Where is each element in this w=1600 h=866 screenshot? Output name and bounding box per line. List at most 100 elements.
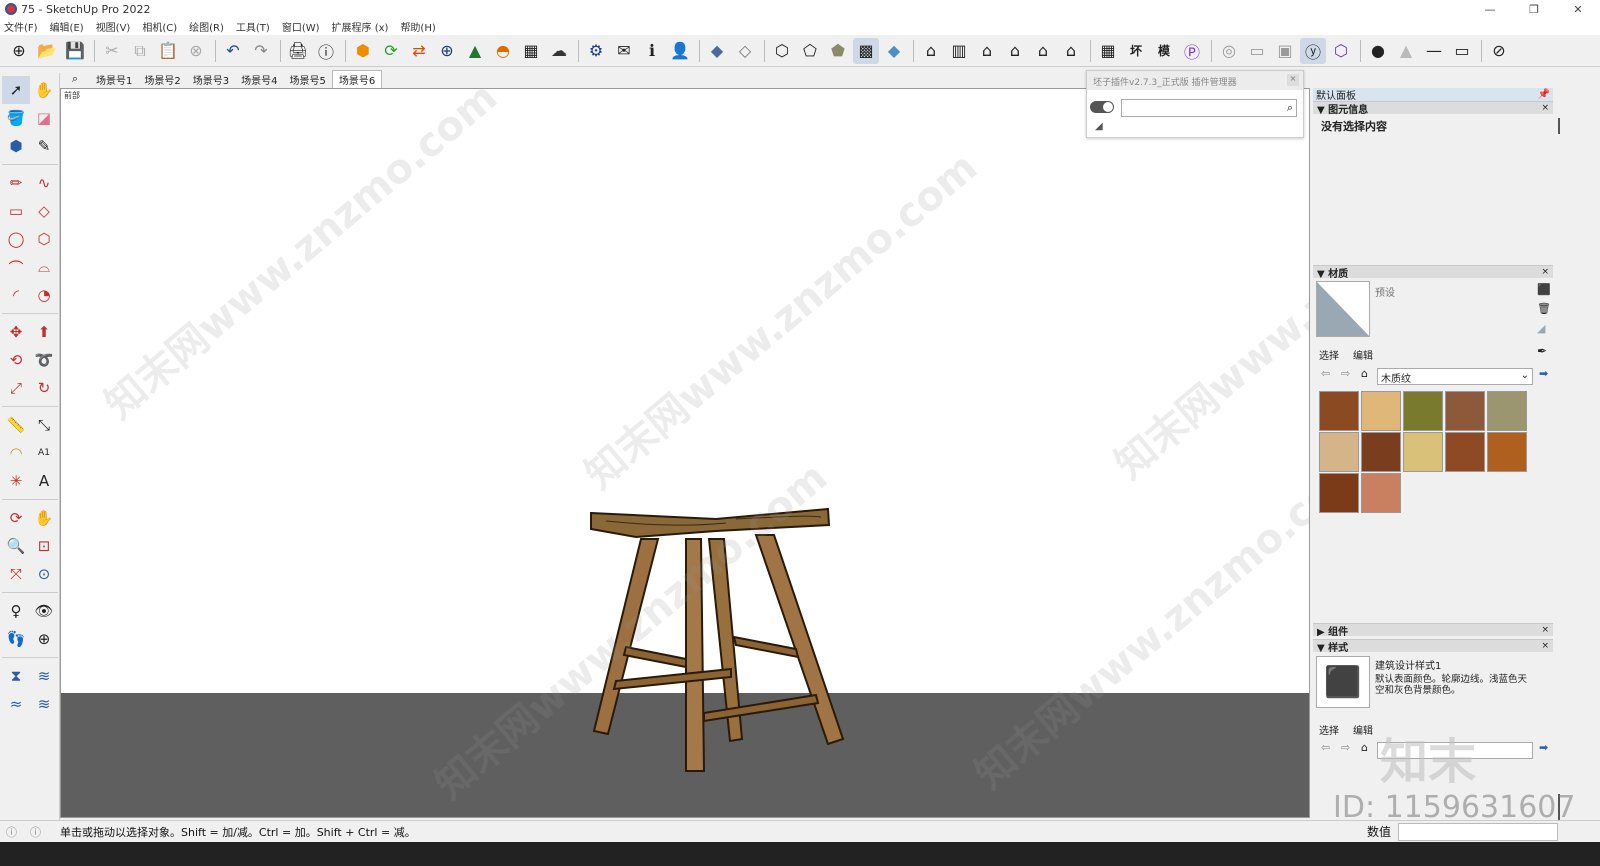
line-icon[interactable]: — (1421, 38, 1447, 64)
tab-scene-6[interactable]: 场景号6 (331, 70, 383, 88)
extension-icon[interactable]: ⬡ (1328, 38, 1354, 64)
erase-icon[interactable]: ⊗ (183, 38, 209, 64)
text-tool-icon[interactable]: A1 (30, 439, 58, 467)
tab-select-material[interactable]: 选择 (1319, 347, 1339, 362)
lasso-select-icon[interactable]: ✋ (30, 76, 58, 104)
smoove-icon[interactable]: ≈ (2, 690, 30, 718)
zoom-window-icon[interactable]: ⊡ (30, 532, 58, 560)
move-tool-icon[interactable]: ✥ (2, 318, 30, 346)
cut-icon[interactable]: ✂ (99, 38, 125, 64)
pan-tool-icon[interactable]: ✋ (30, 504, 58, 532)
sandbox-contours-icon[interactable]: ⧗ (2, 662, 30, 690)
follow-me-icon[interactable]: ➰ (30, 346, 58, 374)
select-tool-icon[interactable]: ➚ (2, 76, 30, 104)
details-arrow-icon[interactable]: ➡ (1539, 367, 1548, 380)
dimension-icon[interactable]: ⤡ (30, 411, 58, 439)
eyedropper-icon[interactable]: ✒ (1537, 344, 1547, 358)
position-camera-icon[interactable]: ♀ (2, 597, 30, 625)
shaded-icon[interactable]: ⬟ (825, 38, 851, 64)
materials-header[interactable]: ▼ 材质 × (1313, 265, 1553, 280)
save-icon[interactable]: 💾 (62, 38, 88, 64)
two-point-arc-icon[interactable]: ⌓ (30, 253, 58, 281)
tab-scene-2[interactable]: 场景号2 (138, 70, 186, 88)
components-header[interactable]: ▶ 组件 × (1313, 623, 1553, 638)
material-swatch[interactable] (1319, 391, 1359, 431)
walk-tool-icon[interactable]: 👣 (2, 625, 30, 653)
tab-scene-1[interactable]: 场景号1 (90, 70, 138, 88)
home-icon[interactable]: ⌂ (1361, 741, 1368, 754)
material-swatch[interactable] (1445, 391, 1485, 431)
tab-scene-4[interactable]: 场景号4 (235, 70, 283, 88)
textured-icon[interactable]: ▩ (853, 37, 879, 64)
plugin-mo-icon[interactable]: 模 (1151, 38, 1177, 64)
menu-draw[interactable]: 绘图(R) (189, 19, 224, 34)
geo-location-icon[interactable]: ⓘ (6, 824, 17, 840)
screenshot-icon[interactable]: ▣ (1272, 38, 1298, 64)
back-arrow-icon[interactable]: ⇦ (1321, 741, 1330, 754)
menu-window[interactable]: 窗口(W) (282, 19, 320, 34)
rectangle-tool-icon[interactable]: ▭ (2, 197, 30, 225)
add-circle-icon[interactable]: ⊕ (434, 38, 460, 64)
create-material-icon[interactable]: 🗑 (1537, 302, 1551, 315)
top-view-icon[interactable]: ▥ (946, 38, 972, 64)
brush-icon[interactable]: ◢ (1095, 121, 1103, 132)
tag-tool-icon[interactable]: ✎ (30, 132, 58, 160)
protractor-icon[interactable]: ◠ (2, 439, 30, 467)
back-arrow-icon[interactable]: ⇦ (1321, 367, 1330, 380)
menu-help[interactable]: 帮助(H) (400, 19, 435, 34)
forward-arrow-icon[interactable]: ⇨ (1341, 741, 1350, 754)
undo-icon[interactable]: ↶ (220, 38, 246, 64)
hide-icon[interactable]: ⊘ (1486, 38, 1512, 64)
minimize-button[interactable]: — (1468, 0, 1512, 18)
rectangle-icon[interactable]: ▭ (1449, 38, 1475, 64)
material-swatch[interactable] (1445, 432, 1485, 472)
orbit-icon[interactable]: ◎ (1216, 38, 1242, 64)
tree-icon[interactable]: ▲ (462, 38, 488, 64)
tray-scrollbar[interactable] (1555, 100, 1563, 834)
rotated-rectangle-icon[interactable]: ◇ (30, 197, 58, 225)
make-component-icon[interactable]: ⬢ (2, 132, 30, 160)
three-point-arc-icon[interactable]: ◜ (2, 281, 30, 309)
close-icon[interactable]: × (1541, 625, 1549, 635)
sandbox-scratch-icon[interactable]: ≋ (30, 662, 58, 690)
redo-icon[interactable]: ↷ (248, 38, 274, 64)
scene-search-icon[interactable]: ⌕ (60, 70, 90, 88)
tab-select-style[interactable]: 选择 (1319, 722, 1339, 737)
rotate-tool-icon[interactable]: ⟲ (2, 346, 30, 374)
sun-icon[interactable]: ◓ (490, 38, 516, 64)
menu-file[interactable]: 文件(F) (4, 19, 38, 34)
measurements-input[interactable] (1398, 823, 1558, 841)
settings-gear-icon[interactable]: ⚙ (583, 38, 609, 64)
tab-edit-material[interactable]: 编辑 (1353, 347, 1373, 362)
right-view-icon[interactable]: ⌂ (1002, 38, 1028, 64)
look-around-icon[interactable]: 👁 (30, 597, 58, 625)
pie-tool-icon[interactable]: ◔ (30, 281, 58, 309)
mail-icon[interactable]: ✉ (611, 38, 637, 64)
menu-edit[interactable]: 编辑(E) (50, 19, 84, 34)
3d-text-icon[interactable]: A (30, 467, 58, 495)
monochrome-icon[interactable]: ◆ (881, 38, 907, 64)
tape-measure-icon[interactable]: 📏 (2, 411, 30, 439)
axes-tool-icon[interactable]: ✳ (2, 467, 30, 495)
print-icon[interactable]: 🖨 (285, 38, 311, 64)
plugin-p-icon[interactable]: Ⓟ (1179, 38, 1205, 64)
home-icon[interactable]: ⌂ (1361, 367, 1368, 380)
material-swatch[interactable] (1361, 391, 1401, 431)
checker-icon[interactable]: ▦ (518, 38, 544, 64)
close-window-button[interactable]: ✕ (1556, 0, 1600, 18)
plugin-toggle[interactable] (1090, 101, 1114, 113)
tab-scene-5[interactable]: 场景号5 (284, 70, 332, 88)
plugin-search-input[interactable]: ⌕ (1121, 99, 1297, 117)
offset-tool-icon[interactable]: ↻ (30, 374, 58, 402)
entity-info-header[interactable]: ▼ 图元信息 × (1313, 101, 1553, 116)
close-icon[interactable]: × (1541, 267, 1549, 277)
material-swatch[interactable] (1361, 432, 1401, 472)
section-plane-icon[interactable]: ⊕ (30, 625, 58, 653)
material-swatch[interactable] (1487, 432, 1527, 472)
arc-tool-icon[interactable]: ⌒ (2, 253, 30, 281)
styles-header[interactable]: ▼ 样式 × (1313, 639, 1553, 654)
scale-tool-icon[interactable]: ⤢ (2, 374, 30, 402)
cone-icon[interactable]: ▲ (1393, 38, 1419, 64)
polygon-tool-icon[interactable]: ⬡ (30, 225, 58, 253)
open-folder-icon[interactable]: 📂 (34, 38, 60, 64)
